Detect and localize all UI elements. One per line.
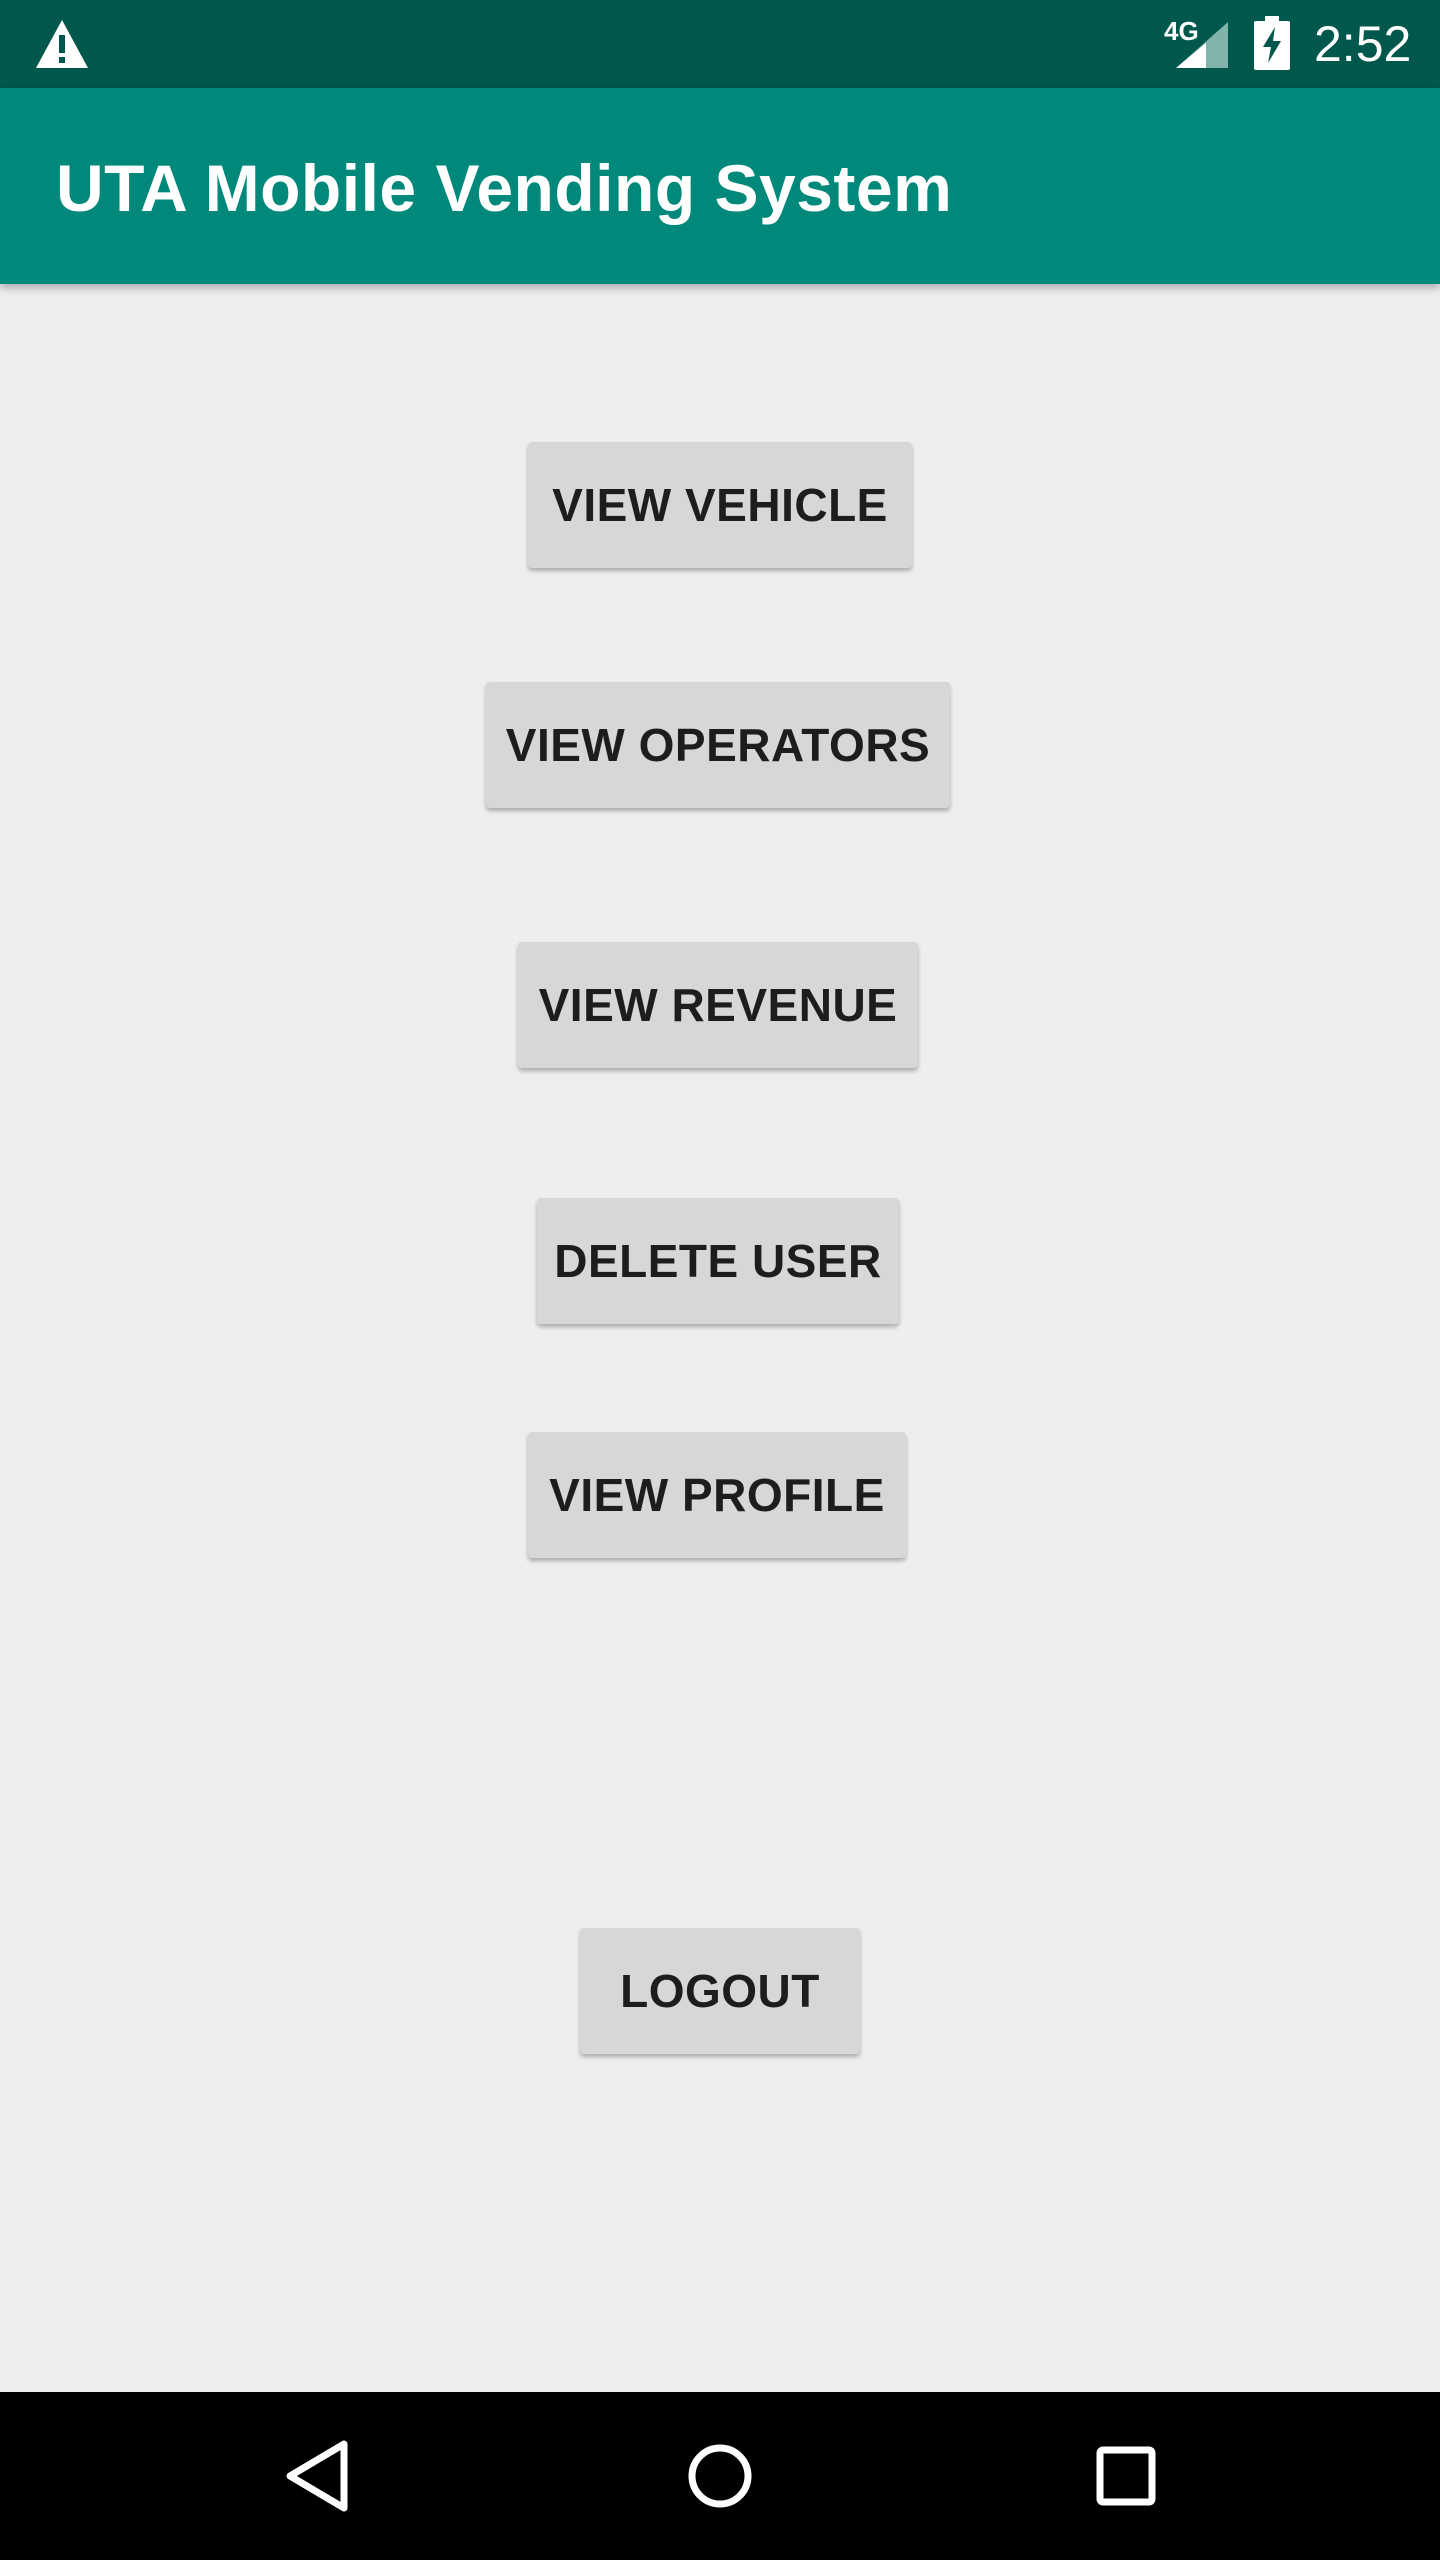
status-bar: 4G 2:52 — [0, 0, 1440, 88]
screen: 4G 2:52 UTA Mobile Vending System VIEW V… — [0, 0, 1440, 2560]
status-time: 2:52 — [1314, 16, 1412, 72]
view-revenue-button[interactable]: VIEW REVENUE — [518, 942, 918, 1068]
home-icon[interactable] — [684, 2436, 756, 2516]
app-bar: UTA Mobile Vending System — [0, 88, 1440, 284]
warning-icon — [36, 20, 88, 68]
signal-icon — [1176, 22, 1228, 68]
view-profile-button[interactable]: VIEW PROFILE — [528, 1432, 906, 1558]
recents-icon[interactable] — [1090, 2436, 1162, 2516]
app-title: UTA Mobile Vending System — [56, 151, 953, 225]
delete-user-button[interactable]: DELETE USER — [537, 1198, 899, 1324]
back-icon[interactable] — [282, 2436, 352, 2516]
logout-button[interactable]: LOGOUT — [580, 1928, 860, 2054]
battery-charging-icon — [1254, 16, 1290, 70]
navigation-bar — [0, 2392, 1440, 2560]
view-operators-button[interactable]: VIEW OPERATORS — [486, 682, 950, 808]
view-vehicle-button[interactable]: VIEW VEHICLE — [528, 442, 912, 568]
